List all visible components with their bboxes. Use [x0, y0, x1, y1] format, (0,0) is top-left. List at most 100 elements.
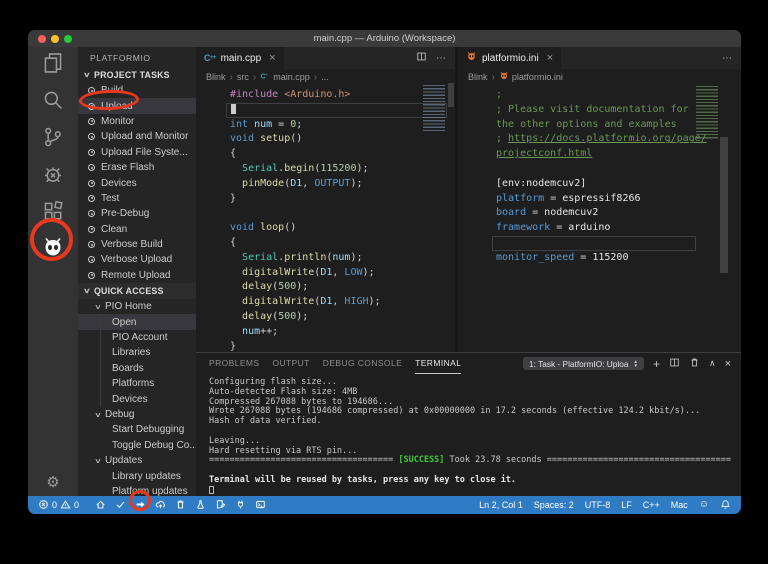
code-line[interactable]: ; https://docs.platformio.org/page/ — [492, 132, 696, 147]
code-line[interactable]: delay(500); — [226, 310, 447, 325]
close-tab-icon[interactable]: × — [547, 53, 553, 64]
code-line[interactable]: num++; — [226, 325, 447, 340]
pio-upload-arrow-icon[interactable] — [135, 499, 146, 512]
status-utf-8[interactable]: UTF-8 — [585, 500, 611, 510]
split-terminal-icon[interactable] — [669, 357, 680, 371]
code-line[interactable]: Serial.begin(115200); — [226, 162, 447, 177]
task-item-build[interactable]: Build — [78, 83, 196, 98]
close-tab-icon[interactable]: × — [269, 53, 275, 64]
code-line[interactable]: ; Please visit documentation for — [492, 103, 696, 118]
qa-item-devices[interactable]: Devices — [78, 391, 196, 406]
task-item-remote-upload[interactable]: Remote Upload — [78, 268, 196, 283]
task-item-upload-file-syste[interactable]: Upload File Syste... — [78, 145, 196, 160]
code-line[interactable]: framework = arduino — [492, 221, 696, 236]
pio-test-beaker-icon[interactable] — [195, 499, 206, 512]
panel-tab-terminal[interactable]: TERMINAL — [415, 353, 461, 374]
qa-group-debug[interactable]: ∨Debug — [78, 407, 196, 422]
code-line[interactable]: { — [226, 147, 447, 162]
scrollbar[interactable] — [720, 137, 728, 273]
code-line[interactable]: [env:nodemcuv2] — [492, 177, 696, 192]
breadcrumb-item-src[interactable]: src — [237, 72, 249, 82]
breadcrumb-item-[interactable]: ... — [321, 72, 329, 82]
task-item-erase-flash[interactable]: Erase Flash — [78, 160, 196, 175]
qa-item-pio-account[interactable]: PIO Account — [78, 330, 196, 345]
pio-serial-plug-icon[interactable] — [235, 499, 246, 512]
minimap[interactable] — [423, 85, 445, 133]
breadcrumb-item-main-cpp[interactable]: C+main.cpp — [260, 71, 310, 83]
code-line[interactable]: monitor_speed = 115200 — [492, 251, 696, 266]
panel-tab-problems[interactable]: PROBLEMS — [209, 353, 259, 374]
feedback-smiley-icon[interactable]: ☺ — [699, 500, 709, 510]
qa-item-platforms[interactable]: Platforms — [78, 376, 196, 391]
search-icon[interactable] — [41, 88, 65, 112]
qa-item-library-updates[interactable]: Library updates — [78, 468, 196, 483]
zoom-window-button[interactable] — [64, 35, 72, 43]
pio-terminal-icon[interactable] — [255, 499, 266, 512]
task-item-monitor[interactable]: Monitor — [78, 114, 196, 129]
qa-group-pio-home[interactable]: ∨PIO Home — [78, 299, 196, 314]
code-line[interactable]: { — [226, 236, 447, 251]
problems-summary[interactable]: 0 0 — [38, 499, 79, 512]
code-line[interactable] — [492, 162, 696, 177]
code-line[interactable]: platform = espressif8266 — [492, 192, 696, 207]
qa-item-boards[interactable]: Boards — [78, 361, 196, 376]
code-line[interactable]: projectconf.html — [492, 147, 696, 162]
task-item-test[interactable]: Test — [78, 191, 196, 206]
task-item-devices[interactable]: Devices — [78, 175, 196, 190]
code-line[interactable]: board = nodemcuv2 — [492, 206, 696, 221]
code-line[interactable]: the other options and examples — [492, 118, 696, 133]
code-line[interactable] — [226, 206, 447, 221]
tab-platformio-ini[interactable]: platformio.ini × — [458, 47, 561, 69]
split-editor-icon[interactable] — [416, 51, 427, 65]
pio-run-task-icon[interactable] — [215, 499, 226, 512]
breadcrumb-item-blink[interactable]: Blink — [468, 72, 488, 82]
kill-terminal-trash-icon[interactable] — [689, 357, 700, 371]
qa-item-libraries[interactable]: Libraries — [78, 345, 196, 360]
code-line[interactable]: Serial.println(num); — [226, 251, 447, 266]
code-line[interactable] — [492, 236, 696, 251]
code-line[interactable]: void setup() — [226, 132, 447, 147]
task-item-verbose-upload[interactable]: Verbose Upload — [78, 252, 196, 267]
code-line[interactable]: #include <Arduino.h> — [226, 88, 447, 103]
code-line[interactable]: pinMode(D1, OUTPUT); — [226, 177, 447, 192]
project-tasks-header[interactable]: ∨ PROJECT TASKS — [78, 67, 196, 83]
new-terminal-plus-icon[interactable]: + — [653, 357, 660, 371]
extensions-icon[interactable] — [41, 199, 65, 223]
code-line[interactable]: int num = 0; — [226, 118, 447, 133]
debug-icon[interactable] — [41, 162, 65, 186]
qa-item-start-debugging[interactable]: Start Debugging — [78, 422, 196, 437]
quick-access-header[interactable]: ∨ QUICK ACCESS — [78, 283, 196, 299]
code-line[interactable]: } — [226, 192, 447, 207]
source-control-icon[interactable] — [41, 125, 65, 149]
code-line[interactable]: delay(500); — [226, 280, 447, 295]
scrollbar[interactable] — [448, 83, 454, 107]
qa-group-updates[interactable]: ∨Updates — [78, 453, 196, 468]
more-actions-icon[interactable]: ⋯ — [436, 53, 446, 64]
minimap[interactable] — [696, 86, 718, 140]
close-window-button[interactable] — [38, 35, 46, 43]
terminal-content[interactable]: Configuring flash size...Auto-detected F… — [196, 374, 741, 496]
status-spaces-2[interactable]: Spaces: 2 — [534, 500, 574, 510]
code-line[interactable]: void loop() — [226, 221, 447, 236]
tab-main-cpp[interactable]: C++ main.cpp × — [196, 47, 284, 69]
code-line[interactable] — [226, 103, 447, 118]
panel-tab-debug-console[interactable]: DEBUG CONSOLE — [323, 353, 402, 374]
settings-gear-icon[interactable]: ⚙ — [46, 475, 59, 490]
status-mac[interactable]: Mac — [671, 500, 688, 510]
code-main-cpp[interactable]: #include <Arduino.h> int num = 0;void set… — [196, 85, 455, 352]
status-ln-2-col-1[interactable]: Ln 2, Col 1 — [479, 500, 523, 510]
status-lf[interactable]: LF — [621, 500, 632, 510]
qa-item-platform-updates[interactable]: Platform updates — [78, 484, 196, 496]
task-item-clean[interactable]: Clean — [78, 222, 196, 237]
task-item-pre-debug[interactable]: Pre-Debug — [78, 206, 196, 221]
panel-tab-output[interactable]: OUTPUT — [272, 353, 309, 374]
breadcrumb-item-blink[interactable]: Blink — [206, 72, 226, 82]
code-line[interactable]: ; — [492, 88, 696, 103]
explorer-icon[interactable] — [41, 51, 65, 75]
terminal-task-select[interactable]: 1: Task - PlatformIO: Uploa ▲▼ — [523, 357, 644, 370]
code-line[interactable]: digitalWrite(D1, HIGH); — [226, 295, 447, 310]
title-bar[interactable]: main.cpp — Arduino (Workspace) — [28, 30, 741, 47]
notifications-bell-icon[interactable] — [720, 499, 731, 512]
task-item-upload[interactable]: Upload — [78, 98, 196, 113]
pio-build-check-icon[interactable] — [115, 499, 126, 512]
